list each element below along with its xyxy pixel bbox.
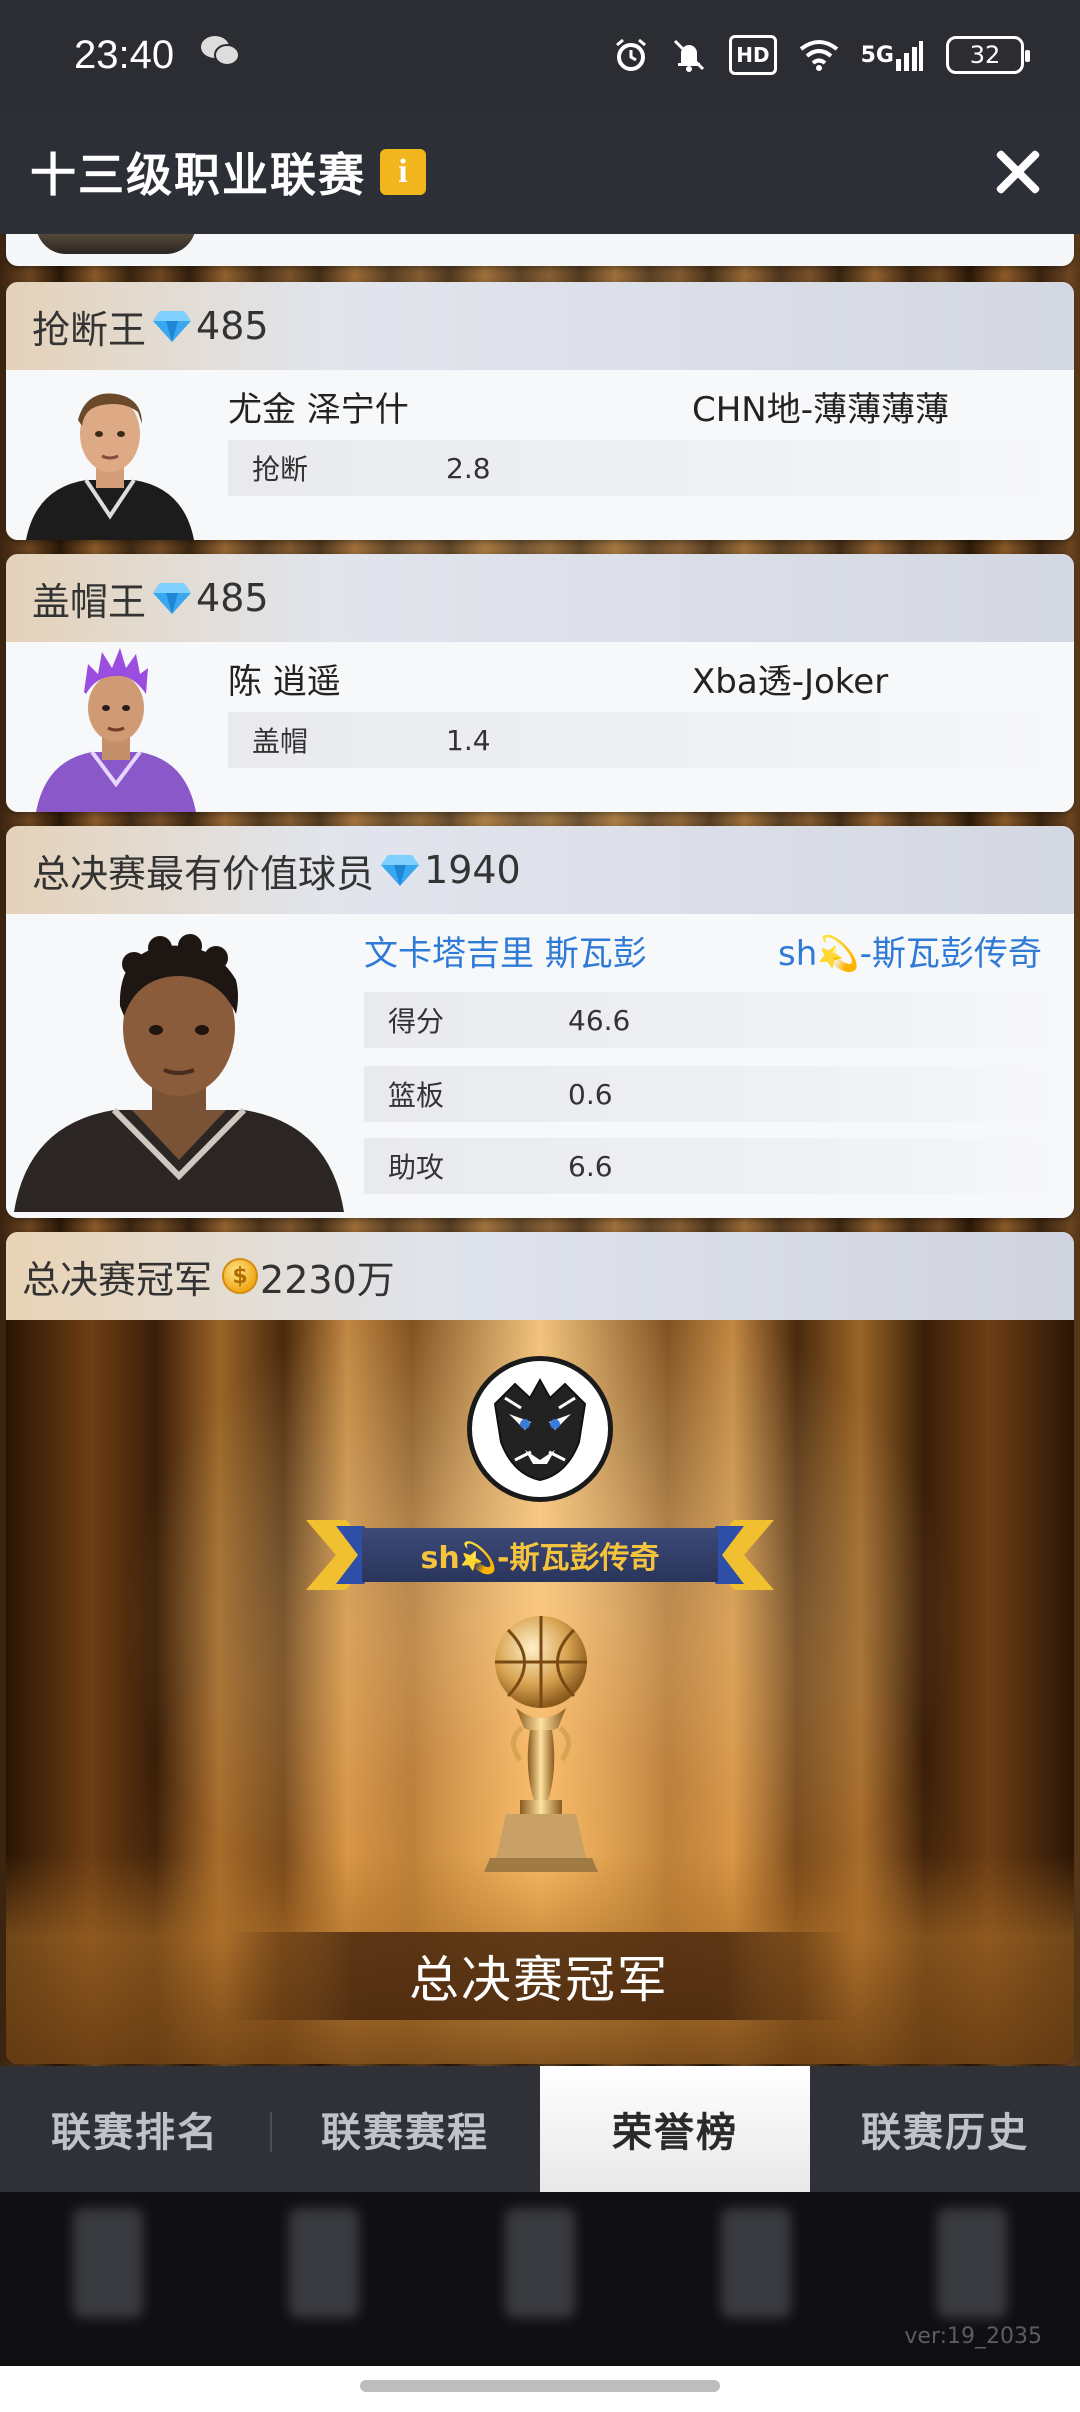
trophy-icon bbox=[476, 1610, 606, 1894]
team-logo-icon[interactable] bbox=[467, 1356, 613, 1502]
tab-honor-board[interactable]: 荣誉榜 bbox=[540, 2066, 810, 2192]
champion-team-name[interactable]: sh💫-斯瓦彭传奇 bbox=[362, 1528, 718, 1582]
status-icons: HD 5G 32 bbox=[613, 35, 1030, 75]
bottom-tab-bar: 联赛排名 联赛赛程 荣誉榜 联赛历史 bbox=[0, 2066, 1080, 2192]
stat-label: 助攻 bbox=[388, 1151, 445, 1184]
award-card-finals-mvp: 总决赛最有价值球员 1940 文卡塔吉里 斯瓦彭 sh💫-斯瓦彭传奇 得分 46… bbox=[6, 826, 1074, 1218]
tab-league-history[interactable]: 联赛历史 bbox=[810, 2066, 1080, 2192]
stat-label: 得分 bbox=[388, 1005, 445, 1038]
system-nav-bar bbox=[0, 2366, 1080, 2412]
champion-team-ribbon: sh💫-斯瓦彭传奇 bbox=[306, 1520, 774, 1590]
app-header: 十三级职业联赛 i bbox=[0, 110, 1080, 234]
stat-value: 46.6 bbox=[568, 1003, 631, 1037]
wifi-icon bbox=[799, 35, 839, 75]
close-button[interactable] bbox=[986, 140, 1050, 204]
champion-stage: sh💫-斯瓦彭传奇 总决赛冠军 bbox=[6, 1320, 1074, 2064]
page-title: 十三级职业联赛 bbox=[30, 148, 366, 202]
player-name[interactable]: 陈 逍遥 bbox=[228, 654, 341, 703]
award-card-blocks: 盖帽王 485 陈 逍遥 Xba透-Joker 盖帽 1.4 bbox=[6, 554, 1074, 812]
network-type-label: 5G bbox=[860, 42, 894, 68]
honor-board-content[interactable]: 抢断王 485 尤金 泽宁什 CHN地-薄薄薄薄 抢断 2.8 盖帽王 485 … bbox=[0, 234, 1080, 2066]
award-body: 文卡塔吉里 斯瓦彭 sh💫-斯瓦彭传奇 得分 46.6 篮板 0.6 助攻 6.… bbox=[6, 914, 1074, 1218]
team-name[interactable]: Xba透-Joker bbox=[692, 654, 888, 703]
diamond-icon bbox=[152, 581, 192, 615]
tab-league-ranking[interactable]: 联赛排名 bbox=[0, 2066, 270, 2192]
player-avatar bbox=[26, 376, 194, 540]
award-reward: 2230万 bbox=[260, 1257, 395, 1302]
award-body: 陈 逍遥 Xba透-Joker 盖帽 1.4 bbox=[6, 642, 1074, 812]
stat-label: 抢断 bbox=[252, 453, 309, 486]
player-avatar-partial bbox=[36, 234, 196, 254]
stat-row: 助攻 6.6 bbox=[364, 1138, 1074, 1194]
info-icon[interactable]: i bbox=[380, 149, 426, 195]
stat-label: 盖帽 bbox=[252, 725, 309, 758]
award-header: 抢断王 485 bbox=[6, 282, 1074, 370]
blurred-icon bbox=[937, 2208, 1007, 2318]
award-header: 总决赛最有价值球员 1940 bbox=[6, 826, 1074, 914]
previous-award-card bbox=[6, 234, 1074, 266]
diamond-icon bbox=[380, 853, 420, 887]
award-reward: 485 bbox=[196, 576, 269, 620]
tab-league-schedule[interactable]: 联赛赛程 bbox=[270, 2066, 540, 2192]
award-title: 总决赛冠军 bbox=[22, 1257, 213, 1302]
player-avatar bbox=[36, 644, 196, 812]
award-header: 总决赛冠军 $ 2230万 bbox=[6, 1232, 1074, 1320]
stat-row: 得分 46.6 bbox=[364, 992, 1074, 1048]
stat-value: 6.6 bbox=[568, 1149, 613, 1183]
blurred-icon bbox=[289, 2208, 359, 2318]
team-name[interactable]: sh💫-斯瓦彭传奇 bbox=[778, 926, 1042, 975]
player-avatar bbox=[14, 924, 344, 1212]
alarm-icon bbox=[613, 35, 649, 75]
mute-icon bbox=[671, 35, 707, 75]
blurred-icon bbox=[721, 2208, 791, 2318]
stat-value: 0.6 bbox=[568, 1077, 613, 1111]
award-title: 抢断王 bbox=[32, 307, 147, 352]
stat-value: 1.4 bbox=[446, 723, 491, 757]
stat-row: 抢断 2.8 bbox=[228, 440, 1074, 496]
award-card-champion: 总决赛冠军 $ 2230万 sh💫-斯瓦彭传奇 总决赛冠军 bbox=[6, 1232, 1074, 2064]
status-time: 23:40 bbox=[74, 32, 175, 77]
battery-icon: 32 bbox=[946, 36, 1030, 74]
award-reward: 1940 bbox=[424, 848, 521, 892]
status-bar: 23:40 HD 5G 32 bbox=[0, 0, 1080, 110]
player-name[interactable]: 尤金 泽宁什 bbox=[228, 382, 409, 431]
diamond-icon bbox=[152, 309, 192, 343]
blurred-icon bbox=[505, 2208, 575, 2318]
award-reward: 485 bbox=[196, 304, 269, 348]
home-indicator[interactable] bbox=[360, 2380, 720, 2392]
signal-icon: 5G bbox=[861, 35, 924, 75]
player-name[interactable]: 文卡塔吉里 斯瓦彭 bbox=[364, 926, 647, 975]
stat-row: 盖帽 1.4 bbox=[228, 712, 1074, 768]
blurred-menu-icons bbox=[0, 2208, 1080, 2318]
award-header: 盖帽王 485 bbox=[6, 554, 1074, 642]
background-menu-blurred: ver:19_2035 bbox=[0, 2192, 1080, 2366]
award-title: 盖帽王 bbox=[32, 579, 147, 624]
champion-caption: 总决赛冠军 bbox=[226, 1932, 852, 2020]
stat-label: 篮板 bbox=[388, 1079, 445, 1112]
version-label: ver:19_2035 bbox=[904, 2324, 1042, 2349]
wechat-notification-icon bbox=[200, 34, 241, 77]
hd-voice-icon: HD bbox=[729, 35, 777, 75]
award-title: 总决赛最有价值球员 bbox=[32, 851, 375, 896]
stat-row: 篮板 0.6 bbox=[364, 1066, 1074, 1122]
award-card-steals: 抢断王 485 尤金 泽宁什 CHN地-薄薄薄薄 抢断 2.8 bbox=[6, 282, 1074, 540]
stat-value: 2.8 bbox=[446, 451, 491, 485]
blurred-icon bbox=[73, 2208, 143, 2318]
team-name[interactable]: CHN地-薄薄薄薄 bbox=[692, 382, 949, 431]
coin-icon: $ bbox=[222, 1258, 259, 1294]
award-body: 尤金 泽宁什 CHN地-薄薄薄薄 抢断 2.8 bbox=[6, 370, 1074, 540]
